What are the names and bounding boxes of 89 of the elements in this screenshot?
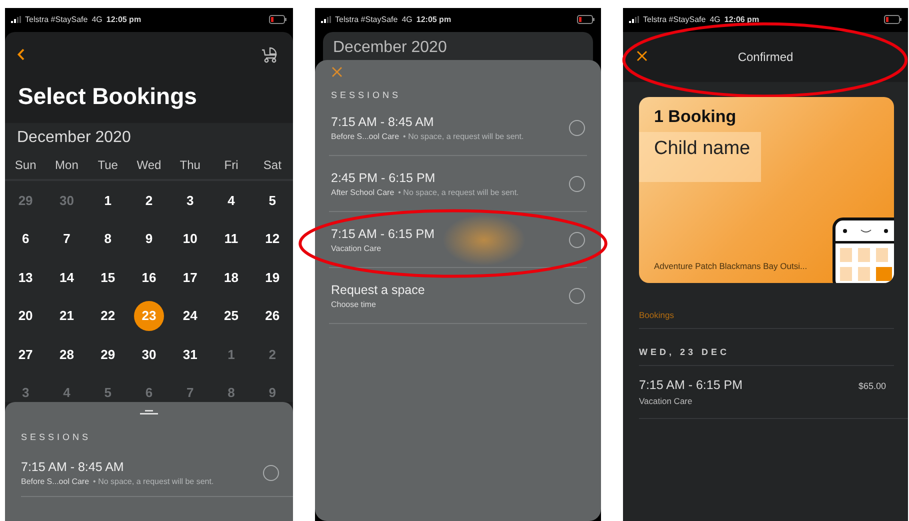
weekday-label: Mon (54, 158, 80, 172)
session-note: • No space, a request will be sent. (398, 188, 519, 196)
booking-price: $65.00 (858, 381, 886, 391)
booking-time: 7:15 AM - 6:15 PM (639, 378, 743, 392)
battery-icon (269, 14, 287, 24)
radio-button[interactable] (569, 288, 585, 304)
calendar-day[interactable]: 3 (175, 185, 206, 216)
weekday-label: Sun (14, 158, 38, 172)
close-icon[interactable] (636, 50, 648, 62)
radio-button[interactable] (263, 465, 279, 481)
calendar-day[interactable]: 11 (216, 224, 246, 254)
calendar-day[interactable]: 10 (175, 224, 206, 254)
status-time: 12:05 pm (416, 14, 452, 24)
drag-handle-icon[interactable] (140, 410, 158, 415)
calendar-day[interactable]: 24 (175, 300, 206, 331)
status-time: 12:06 pm (724, 14, 760, 24)
booking-count: 1 Booking (653, 107, 738, 127)
booking-name: Vacation Care (639, 396, 694, 406)
battery-icon (884, 14, 902, 24)
signal-icon (629, 16, 639, 22)
calendar-day[interactable]: 17 (175, 262, 206, 292)
weekday-label: Wed (136, 158, 162, 172)
session-note: • No space, a request will be sent. (403, 132, 524, 140)
location-label: Adventure Patch Blackmans Bay Outsi... (653, 261, 808, 271)
signal-icon (321, 16, 331, 22)
radio-button[interactable] (569, 232, 585, 248)
battery-icon (577, 14, 595, 24)
month-label: December 2020 (16, 128, 132, 148)
session-time: Request a space (331, 282, 425, 296)
session-name: Choose time (331, 300, 376, 308)
calendar-day[interactable]: 15 (92, 262, 123, 292)
weekday-label: Sat (262, 158, 282, 172)
phone-illustration-drawing (832, 217, 894, 283)
session-time: 7:15 AM - 6:15 PM (331, 226, 435, 240)
carrier-label: Telstra #StaySafe (25, 14, 88, 24)
calendar-day[interactable]: 22 (92, 300, 123, 331)
calendar-day[interactable]: 18 (216, 262, 246, 292)
session-time: 7:15 AM - 8:45 AM (331, 114, 435, 128)
calendar-day[interactable]: 9 (134, 224, 164, 254)
calendar-day[interactable]: 21 (52, 300, 82, 331)
session-note: • No space, a request will be sent. (93, 477, 214, 486)
carrier-label: Telstra #StaySafe (643, 14, 706, 24)
calendar-day[interactable]: 1 (92, 185, 123, 216)
calendar-day[interactable]: 19 (257, 262, 288, 292)
calendar-day[interactable]: 7 (52, 224, 82, 254)
network-label: 4G (402, 14, 412, 24)
calendar-day[interactable]: 29 (92, 339, 123, 370)
section-heading: SESSIONS (330, 89, 402, 100)
signal-icon (11, 16, 21, 22)
calendar-day[interactable]: 28 (52, 339, 82, 370)
calendar-day[interactable]: 8 (92, 224, 123, 254)
calendar-day[interactable]: 30 (134, 339, 164, 370)
calendar-day[interactable]: 16 (134, 262, 164, 292)
weekday-label: Tue (96, 158, 119, 172)
month-label: December 2020 (332, 38, 448, 57)
stroller-icon[interactable] (261, 46, 279, 62)
radio-button[interactable] (569, 176, 585, 192)
carrier-label: Telstra #StaySafe (335, 14, 398, 24)
page-title: Select Bookings (17, 82, 198, 111)
network-label: 4G (710, 14, 720, 24)
calendar-day[interactable]: 2 (134, 185, 164, 216)
section-label: Bookings (639, 310, 894, 329)
calendar-day[interactable]: 31 (175, 339, 206, 370)
screen-title: Confirmed (736, 50, 794, 64)
weekday-label: Fri (223, 158, 240, 172)
calendar-day[interactable]: 26 (257, 300, 288, 331)
status-time: 12:05 pm (106, 14, 142, 24)
calendar-day[interactable]: 14 (52, 262, 82, 292)
network-label: 4G (92, 14, 102, 24)
calendar-day[interactable]: 25 (216, 300, 246, 331)
session-time: 2:45 PM - 6:15 PM (331, 170, 436, 184)
back-icon[interactable] (17, 48, 25, 60)
radio-button[interactable] (569, 120, 585, 136)
section-heading: SESSIONS (20, 431, 92, 442)
weekday-label: Thu (178, 158, 202, 172)
session-time: 7:15 AM - 8:45 AM (21, 460, 125, 474)
session-name: Before S...ool Care (21, 477, 90, 486)
session-name: Before S...ool Care (331, 132, 400, 140)
calendar-day[interactable]: 6 (10, 224, 41, 254)
date-heading: WED, 23 DEC (639, 329, 894, 366)
calendar-day[interactable]: 27 (10, 339, 41, 370)
calendar-day[interactable]: 5 (257, 185, 288, 216)
calendar-day[interactable]: 4 (216, 185, 246, 216)
calendar-day[interactable]: 20 (10, 300, 41, 331)
calendar-day[interactable]: 12 (257, 224, 288, 254)
session-name: Vacation Care (331, 244, 382, 252)
calendar-day[interactable]: 13 (10, 262, 41, 292)
session-name: After School Care (331, 188, 394, 196)
child-name: Child name (639, 132, 761, 182)
